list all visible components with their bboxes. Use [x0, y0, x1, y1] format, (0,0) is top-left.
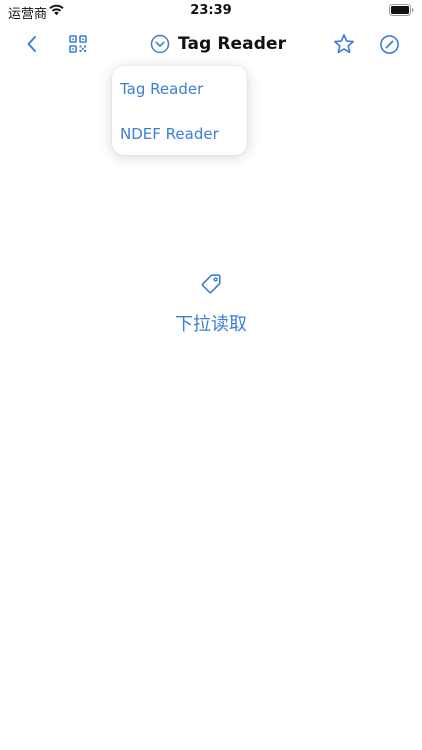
menu-item-ndef-reader[interactable]: NDEF Reader	[120, 121, 219, 147]
pull-to-read-label[interactable]: 下拉读取	[0, 310, 422, 336]
qr-code-icon	[69, 35, 87, 53]
page-title: Tag Reader	[178, 34, 287, 54]
compass-button[interactable]	[375, 30, 403, 58]
screen: 运营商 23:39 Tag Reader Tag Reader NDEF Rea…	[0, 0, 422, 750]
title-menu-toggle[interactable]: Tag Reader	[150, 30, 286, 58]
status-bar: 运营商 23:39	[0, 0, 422, 22]
favorite-button[interactable]	[330, 30, 358, 58]
battery-icon	[389, 4, 414, 16]
status-time: 23:39	[190, 3, 232, 18]
star-icon	[334, 34, 354, 54]
back-button[interactable]	[18, 30, 46, 58]
chevron-down-circle-icon	[150, 34, 170, 54]
qr-code-button[interactable]	[64, 30, 92, 58]
reader-dropdown-menu: Tag Reader NDEF Reader	[112, 66, 247, 155]
menu-item-tag-reader[interactable]: Tag Reader	[120, 76, 203, 102]
navigation-bar: Tag Reader	[0, 26, 422, 62]
compass-icon	[379, 34, 399, 54]
chevron-left-icon	[27, 36, 36, 52]
tag-icon	[201, 274, 221, 294]
